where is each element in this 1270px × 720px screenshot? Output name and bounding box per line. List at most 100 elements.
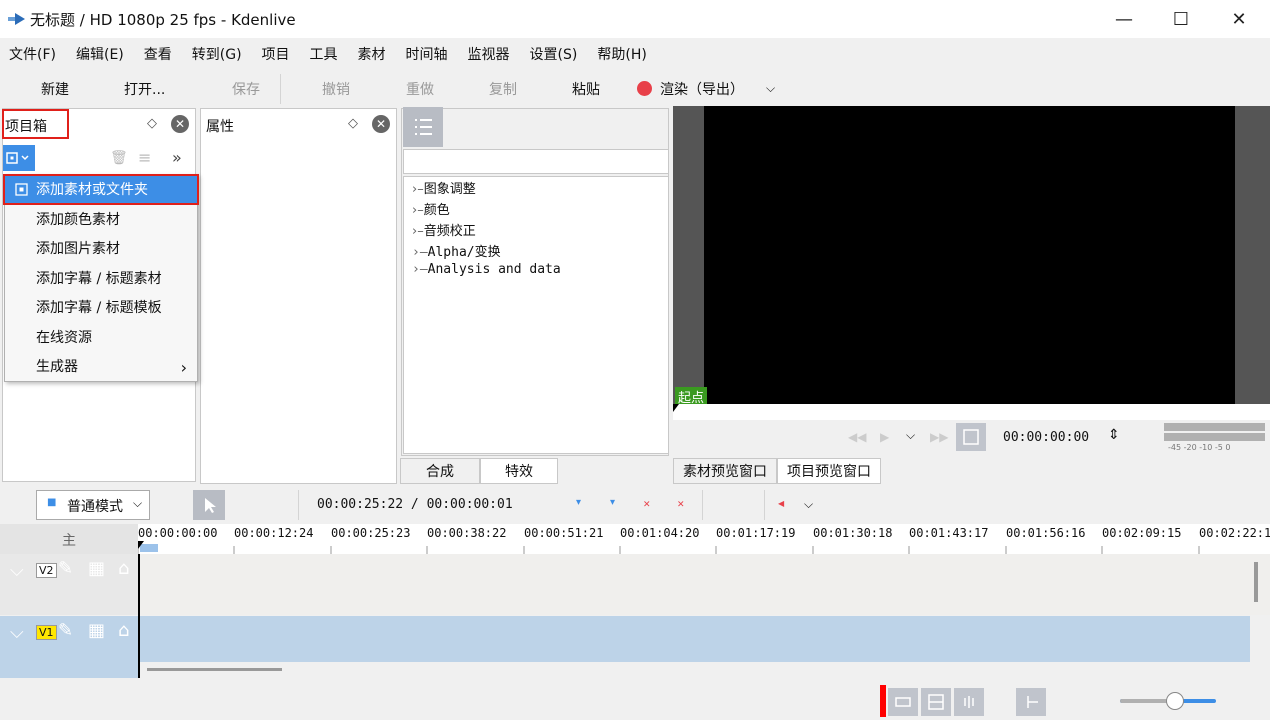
effects-search-input[interactable]: [403, 149, 669, 174]
more-tools-icon[interactable]: »: [172, 148, 182, 167]
tree-item-label: 颜色: [423, 203, 450, 218]
record-icon[interactable]: ◀: [778, 499, 784, 508]
collapse-chevron-icon[interactable]: ⌵: [10, 622, 24, 643]
film-icon[interactable]: ▦: [88, 620, 105, 641]
ruler-label: 00:01:17:19: [716, 526, 796, 540]
menu-view[interactable]: 查看: [144, 44, 172, 64]
menu-monitor[interactable]: 监视器: [468, 44, 510, 64]
audio-waveform-button[interactable]: [954, 688, 984, 716]
rewind-icon[interactable]: ◀◀: [848, 430, 866, 444]
menu-project[interactable]: 项目: [262, 44, 290, 64]
menu-add-color-clip[interactable]: 添加颜色素材: [5, 206, 197, 235]
track-indicator: [880, 685, 886, 717]
snap-button[interactable]: [888, 688, 918, 716]
mode-dot-icon: ■: [47, 497, 57, 508]
tab-compositions[interactable]: 合成: [400, 458, 480, 484]
select-tool-button[interactable]: [193, 490, 225, 520]
render-button[interactable]: 渲染（导出）: [660, 79, 744, 99]
menu-online-resources[interactable]: 在线资源: [5, 324, 197, 353]
edit-mode-select[interactable]: ■ 普通模式 ⌵: [36, 490, 150, 520]
track-v1-lane[interactable]: [138, 616, 1250, 662]
bin-close-icon[interactable]: ✕: [171, 115, 189, 133]
delete-clip-icon[interactable]: 🗑: [110, 150, 128, 166]
menu-generators[interactable]: 生成器 ›: [5, 353, 197, 382]
play-icon[interactable]: ▶: [880, 430, 889, 444]
vertical-scrollbar[interactable]: [1254, 562, 1258, 602]
timeline-options-chevron-icon[interactable]: ⌵: [804, 497, 813, 512]
tab-clip-monitor[interactable]: 素材预览窗口: [673, 458, 777, 484]
fit-zoom-button[interactable]: [1016, 688, 1046, 716]
play-options-chevron-icon[interactable]: ⌵: [906, 428, 915, 443]
overwrite-icon[interactable]: ▾: [610, 497, 615, 508]
ruler-label: 00:01:43:17: [909, 526, 989, 540]
tree-item-audio-correction[interactable]: ›–音频校正: [412, 220, 476, 239]
render-chevron-down-icon[interactable]: ⌵: [766, 81, 775, 96]
master-label: 主: [62, 533, 76, 549]
zone-button[interactable]: [956, 423, 986, 451]
timeline-position: 00:00:25:22 / 00:00:00:01: [317, 497, 513, 512]
track-header-v1[interactable]: ⌵ V1 ✎ ▦ ⌂: [0, 616, 138, 678]
tree-item-alpha-transform[interactable]: ›–Alpha/变换: [412, 241, 501, 260]
film-icon[interactable]: ▦: [88, 558, 105, 579]
properties-float-icon[interactable]: ◇: [348, 116, 358, 131]
close-window-button[interactable]: ✕: [1211, 0, 1267, 38]
monitor-timecode[interactable]: 00:00:00:00: [1003, 430, 1089, 445]
menu-goto[interactable]: 转到(G): [192, 44, 242, 64]
forward-icon[interactable]: ▶▶: [930, 430, 948, 444]
undo-button[interactable]: 撤销: [322, 79, 350, 99]
expand-arrow-icon: ›–: [412, 203, 424, 218]
ruler-label: 00:01:56:16: [1006, 526, 1086, 540]
monitor-ruler[interactable]: [673, 404, 1270, 420]
menu-add-title-template[interactable]: 添加字幕 / 标题模板: [5, 294, 197, 323]
new-button[interactable]: 新建: [41, 79, 69, 99]
menu-clip[interactable]: 素材: [358, 44, 386, 64]
menu-timeline[interactable]: 时间轴: [406, 44, 448, 64]
menu-tools[interactable]: 工具: [310, 44, 338, 64]
horizontal-scrollbar[interactable]: [147, 668, 282, 671]
bin-float-icon[interactable]: ◇: [147, 116, 157, 131]
properties-close-icon[interactable]: ✕: [372, 115, 390, 133]
paste-button[interactable]: 粘贴: [572, 79, 600, 99]
tab-effects[interactable]: 特效: [480, 458, 558, 484]
list-view-icon[interactable]: ≡: [138, 148, 151, 167]
menu-help[interactable]: 帮助(H): [597, 44, 646, 64]
insert-icon[interactable]: ▾: [576, 497, 581, 508]
minimize-button[interactable]: —: [1096, 0, 1152, 38]
audio-meter-right: [1164, 433, 1265, 441]
open-button[interactable]: 打开...: [124, 79, 165, 99]
tab-project-monitor[interactable]: 项目预览窗口: [777, 458, 881, 484]
window-title: 无标题 / HD 1080p 25 fps - Kdenlive: [30, 11, 296, 29]
menu-file[interactable]: 文件(F): [9, 44, 56, 64]
thumbnail-button[interactable]: [921, 688, 951, 716]
film-icon: [928, 694, 944, 710]
lock-icon[interactable]: ⌂: [118, 558, 129, 579]
zoom-slider-handle[interactable]: [1166, 692, 1184, 710]
track-v2-lane[interactable]: [138, 554, 1270, 615]
tree-item-color[interactable]: ›–颜色: [412, 199, 450, 218]
effects-wand-icon[interactable]: ✎: [58, 558, 73, 579]
timecode-spinner-icon[interactable]: ⇕: [1108, 427, 1120, 443]
lock-icon[interactable]: ⌂: [118, 620, 129, 641]
track-header-v2[interactable]: ⌵ V2 ✎ ▦ ⌂: [0, 554, 138, 615]
ruler-label: 00:00:25:23: [331, 526, 411, 540]
cursor-icon: [205, 498, 216, 513]
collapse-chevron-icon[interactable]: ⌵: [10, 560, 24, 581]
tree-item-image-adjust[interactable]: ›–图象调整: [412, 178, 476, 197]
lift-icon[interactable]: ✕: [643, 500, 651, 510]
add-clip-dropdown-button[interactable]: [3, 145, 35, 171]
effects-list-button[interactable]: [403, 107, 443, 147]
menu-add-title-clip[interactable]: 添加字幕 / 标题素材: [5, 265, 197, 294]
maximize-button[interactable]: ☐: [1153, 0, 1209, 38]
menu-add-image-clip[interactable]: 添加图片素材: [5, 235, 197, 264]
copy-button[interactable]: 复制: [489, 79, 517, 99]
timeline-separator: [298, 490, 299, 520]
extract-icon[interactable]: ✕: [677, 500, 685, 510]
track-name-v1: V1: [36, 625, 57, 640]
redo-button[interactable]: 重做: [406, 79, 434, 99]
tree-item-analysis-and-data[interactable]: ›–Analysis and data: [412, 262, 561, 277]
save-button[interactable]: 保存: [232, 79, 260, 99]
effects-wand-icon[interactable]: ✎: [58, 620, 73, 641]
master-track-header[interactable]: 主: [0, 524, 138, 554]
menu-settings[interactable]: 设置(S): [530, 44, 578, 64]
menu-edit[interactable]: 编辑(E): [76, 44, 124, 64]
